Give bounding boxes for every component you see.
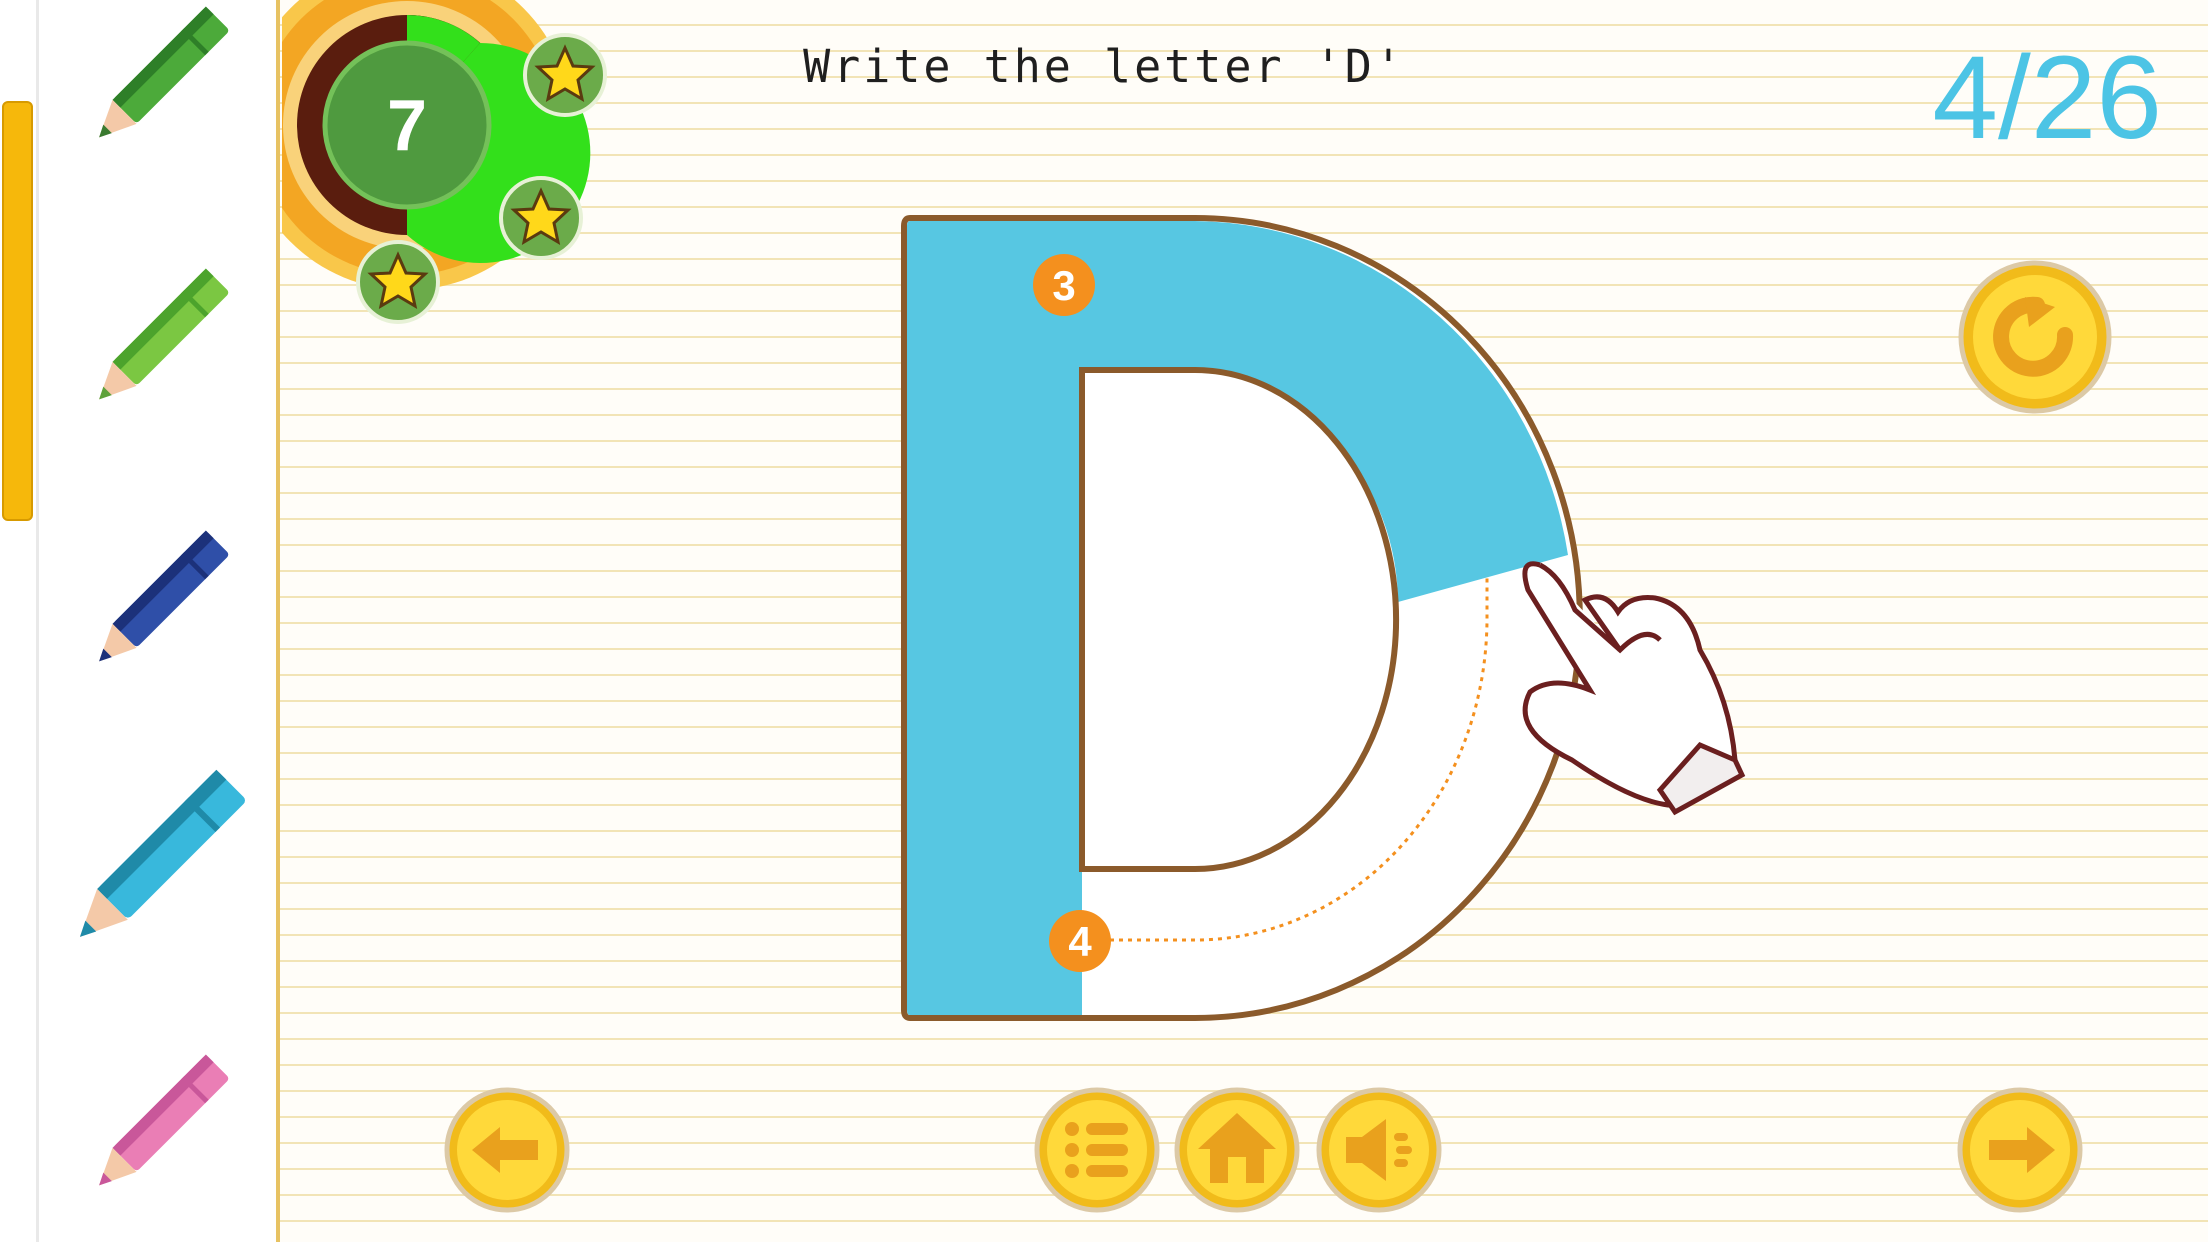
timer-badge: 7 (282, 0, 607, 324)
star-icon (499, 176, 583, 260)
svg-text:3: 3 (1052, 262, 1075, 309)
pointing-hand-icon (1522, 561, 1746, 816)
stroke-marker-3: 3 (1033, 254, 1095, 316)
svg-text:4: 4 (1068, 918, 1092, 965)
star-icon (356, 240, 440, 324)
menu-button[interactable] (1032, 1085, 1162, 1215)
next-button[interactable] (1955, 1085, 2085, 1215)
list-icon (1065, 1122, 1128, 1178)
star-icon (523, 33, 607, 117)
sound-button[interactable] (1314, 1085, 1444, 1215)
stroke-marker-4: 4 (1049, 910, 1111, 972)
back-button[interactable] (442, 1085, 572, 1215)
letter-outline (901, 215, 1583, 1021)
timer-value: 7 (387, 86, 427, 166)
replay-button[interactable] (1955, 257, 2115, 417)
home-button[interactable] (1172, 1085, 1302, 1215)
